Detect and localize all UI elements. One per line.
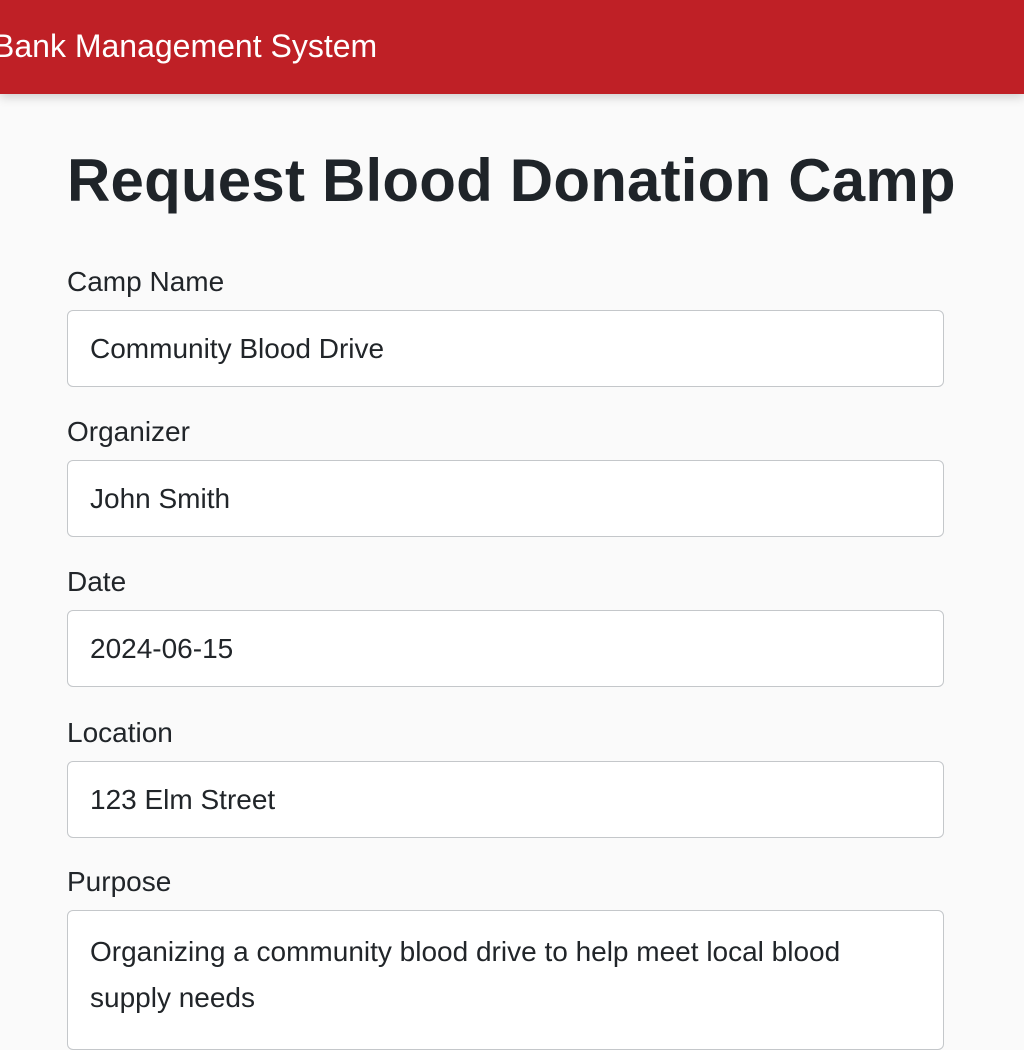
location-input[interactable]	[67, 761, 944, 838]
camp-name-input[interactable]	[67, 310, 944, 387]
location-label: Location	[67, 717, 173, 748]
organizer-label: Organizer	[67, 416, 190, 447]
organizer-input[interactable]	[67, 460, 944, 537]
navbar-brand[interactable]: Bank Management System	[0, 26, 377, 66]
camp-name-label: Camp Name	[67, 266, 225, 297]
top-navbar: Bank Management System	[0, 0, 1024, 94]
date-label: Date	[67, 566, 127, 597]
purpose-label: Purpose	[67, 866, 172, 897]
date-input[interactable]	[67, 610, 944, 687]
page-title: Request Blood Donation Camp	[67, 147, 956, 214]
purpose-textarea[interactable]: Organizing a community blood drive to he…	[67, 910, 944, 1050]
